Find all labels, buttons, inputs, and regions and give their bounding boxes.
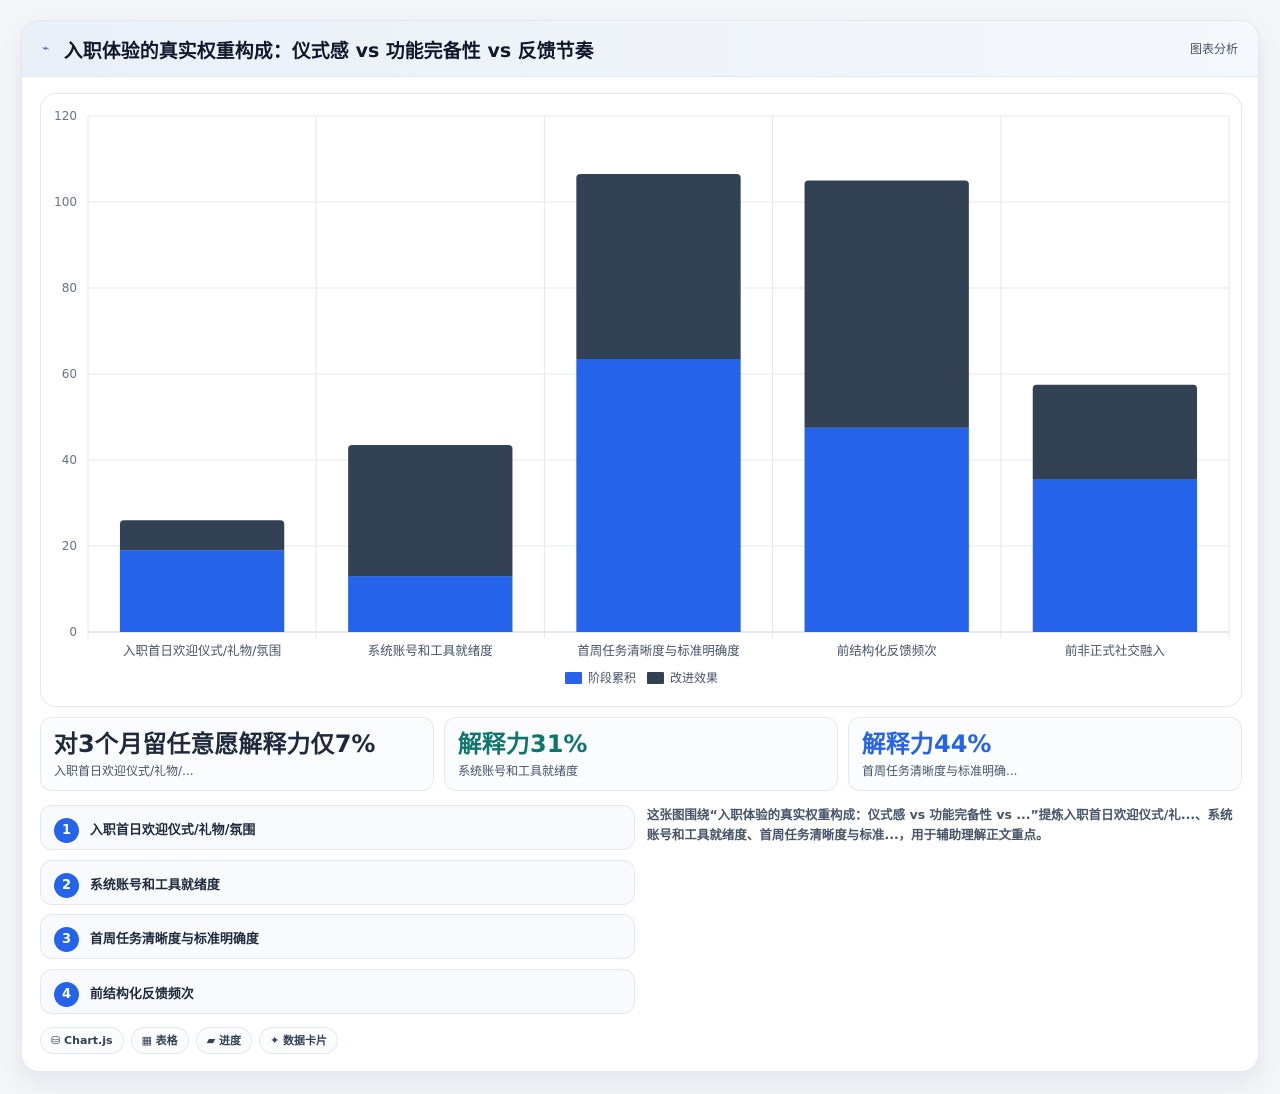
pulse-icon: ⌁ (42, 41, 50, 55)
stat-value: 解释力44% (862, 730, 992, 758)
card-header: ⌁ 入职体验的真实权重构成：仪式感 vs 功能完备性 vs 反馈节奏 图表分析 (22, 21, 1258, 77)
y-tick-label: 0 (69, 625, 77, 639)
bar-segment-2 (348, 444, 513, 577)
step-number-badge: 3 (54, 927, 79, 952)
step-item-4[interactable]: 4 前结构化反馈频次 (40, 969, 635, 1014)
legend-swatch (565, 672, 582, 684)
chip-data-card[interactable]: ✦ 数据卡片 (259, 1027, 339, 1054)
stat-caption: 入职首日欢迎仪式/礼物/... (54, 764, 194, 778)
chip-table[interactable]: ▦ 表格 (130, 1027, 189, 1054)
bar-segment-1 (119, 550, 285, 632)
bar-segment-2 (119, 520, 285, 551)
stat-caption: 系统账号和工具就绪度 (458, 764, 579, 778)
chart-container: 0 20 40 60 80 100 120 入职首日欢迎仪式/礼物/氛围 系统账号和工具就绪度 首… (40, 93, 1242, 707)
feature-chips: ⛁ Chart.js ▦ 表格 ▰ 进度 ✦ 数据卡片 (40, 1027, 345, 1055)
bar-segment-1 (348, 576, 513, 632)
step-item-2[interactable]: 2 系统账号和工具就绪度 (40, 860, 635, 905)
step-label: 前结构化反馈频次 (90, 987, 195, 1002)
step-label: 首周任务清晰度与标准明确度 (90, 932, 260, 947)
step-item-3[interactable]: 3 首周任务清晰度与标准明确度 (40, 914, 635, 959)
x-tick-label: 入职首日欢迎仪式/礼物/氛围 (123, 643, 281, 658)
y-tick-label: 60 (62, 367, 77, 381)
legend-swatch (647, 672, 664, 684)
legend-label: 阶段累积 (588, 670, 636, 685)
stat-card-1: 对3个月留任意愿解释力仅7% 入职首日欢迎仪式/礼物/... (40, 717, 434, 791)
step-label: 入职首日欢迎仪式/礼物/氛围 (90, 823, 256, 838)
chart-analysis-tag: 图表分析 (1189, 42, 1238, 56)
x-tick-label: 前非正式社交融入 (1065, 643, 1166, 658)
x-tick-label: 系统账号和工具就绪度 (368, 643, 494, 658)
bar-segment-2 (1032, 384, 1198, 480)
y-tick-label: 100 (54, 195, 77, 209)
step-item-1[interactable]: 1 入职首日欢迎仪式/礼物/氛围 (40, 805, 635, 850)
stat-card-3: 解释力44% 首周任务清晰度与标准明确... (848, 717, 1242, 791)
x-tick-label: 首周任务清晰度与标准明确度 (577, 643, 740, 658)
bar-segment-1 (804, 427, 969, 632)
stacked-bar-chart: 0 20 40 60 80 100 120 入职首日欢迎仪式/礼物/氛围 系统账号和工具就绪度 首… (54, 109, 1230, 685)
chip-progress[interactable]: ▰ 进度 (195, 1027, 253, 1054)
bar-segment-1 (576, 358, 741, 632)
stat-caption: 首周任务清晰度与标准明确... (862, 764, 1018, 778)
y-tick-label: 40 (62, 453, 77, 467)
step-label: 系统账号和工具就绪度 (90, 878, 221, 893)
y-tick-label: 20 (62, 539, 77, 553)
x-tick-label: 前结构化反馈频次 (837, 643, 937, 658)
stat-card-2: 解释力31% 系统账号和工具就绪度 (444, 717, 838, 791)
step-number-badge: 2 (54, 873, 79, 898)
stat-value: 解释力31% (458, 730, 588, 758)
bar-segment-2 (576, 174, 741, 359)
stat-value: 对3个月留任意愿解释力仅7% (54, 730, 376, 758)
analysis-card: ⌁ 入职体验的真实权重构成：仪式感 vs 功能完备性 vs 反馈节奏 图表分析 … (21, 20, 1259, 1072)
step-number-badge: 1 (54, 818, 79, 843)
legend-label: 改进效果 (670, 670, 718, 685)
step-number-badge: 4 (54, 982, 79, 1007)
y-tick-label: 120 (54, 109, 77, 123)
bar-segment-1 (1032, 479, 1198, 632)
y-tick-label: 80 (62, 281, 77, 295)
bar-segment-2 (804, 180, 969, 428)
chart-description: 这张图围绕“入职体验的真实权重构成：仪式感 vs 功能完备性 vs ...”提炼… (647, 807, 1233, 842)
chip-chartjs[interactable]: ⛁ Chart.js (40, 1027, 124, 1054)
chart-title: 入职体验的真实权重构成：仪式感 vs 功能完备性 vs 反馈节奏 (64, 40, 594, 62)
